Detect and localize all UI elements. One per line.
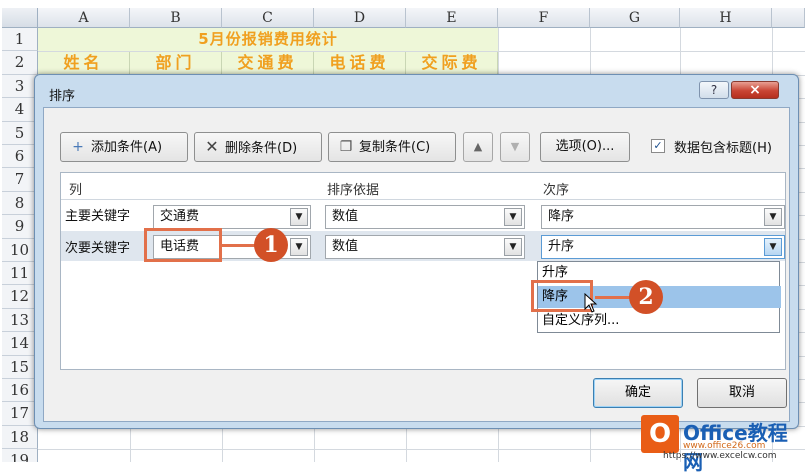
has-header-label[interactable]: 数据包含标题(H) <box>674 137 772 156</box>
mouse-pointer-icon <box>584 293 598 313</box>
column-header-d[interactable]: D <box>314 8 406 28</box>
add-icon: + <box>72 139 84 155</box>
callout-badge-2: 2 <box>629 280 663 314</box>
column-header-f[interactable]: F <box>498 8 590 28</box>
delete-icon: ✕ <box>205 137 219 156</box>
watermark-url-secondary: https://www.excelcw.com <box>663 451 777 461</box>
row-header-11[interactable]: 11 <box>2 262 38 286</box>
ok-button[interactable]: 确定 <box>593 378 683 408</box>
row-header-7[interactable]: 7 <box>2 168 38 192</box>
primary-column-value: 交通费 <box>160 209 200 224</box>
primary-sort-on-select[interactable]: 数值 ▼ <box>325 205 525 229</box>
chevron-down-icon[interactable]: ▼ <box>290 238 308 256</box>
row-header-5[interactable]: 5 <box>2 121 38 145</box>
secondary-key-label: 次要关键字 <box>65 241 131 256</box>
column-header-e[interactable]: E <box>406 8 498 28</box>
primary-column-select[interactable]: 交通费 ▼ <box>153 205 311 229</box>
highlight-box-column <box>144 228 222 262</box>
header-cell-phone[interactable]: 电话费 <box>314 51 406 75</box>
has-header-checkbox[interactable]: ✓ <box>651 139 665 153</box>
column-header-h[interactable]: H <box>680 8 772 28</box>
primary-order-select[interactable]: 降序 ▼ <box>541 205 785 229</box>
row-header-9[interactable]: 9 <box>2 215 38 239</box>
row-header-1[interactable]: 1 <box>2 28 38 52</box>
watermark-url-primary: www.office26.com <box>683 441 766 451</box>
secondary-order-select[interactable]: 升序 ▼ <box>541 235 785 259</box>
add-condition-button[interactable]: + 添加条件(A) <box>60 132 188 162</box>
primary-order-value: 降序 <box>548 209 575 224</box>
column-header-c[interactable]: C <box>222 8 314 28</box>
row-header-17[interactable]: 17 <box>2 402 38 426</box>
column-header-a[interactable]: A <box>38 8 130 28</box>
close-button[interactable]: × <box>731 81 779 99</box>
row-header-18[interactable]: 18 <box>2 425 38 450</box>
copy-condition-button[interactable]: ❐ 复制条件(C) <box>328 132 456 162</box>
row-header-4[interactable]: 4 <box>2 98 38 122</box>
sort-on-heading: 排序依据 <box>327 183 380 198</box>
column-header-i[interactable] <box>772 8 805 28</box>
row-header-13[interactable]: 13 <box>2 308 38 333</box>
sheet-title-cell[interactable]: 5月份报销费用统计 <box>38 28 498 51</box>
chevron-down-icon[interactable]: ▼ <box>764 238 782 256</box>
header-cell-transport[interactable]: 交通费 <box>222 51 314 75</box>
delete-condition-label: 删除条件(D) <box>225 141 298 156</box>
office-logo-icon: O <box>641 415 679 453</box>
order-option-custom[interactable]: 自定义序列... <box>538 310 781 332</box>
row-header-19[interactable]: 19 <box>2 449 38 462</box>
header-cell-name[interactable]: 姓名 <box>38 51 130 75</box>
row-header-14[interactable]: 14 <box>2 332 38 356</box>
chevron-down-icon[interactable]: ▼ <box>504 238 522 256</box>
callout-line-1 <box>222 244 256 247</box>
column-header-g[interactable]: G <box>590 8 680 28</box>
row-header-15[interactable]: 15 <box>2 355 38 379</box>
chevron-down-icon[interactable]: ▼ <box>504 208 522 226</box>
secondary-sort-on-value: 数值 <box>332 239 359 254</box>
callout-badge-1: 1 <box>254 228 288 262</box>
chevron-down-icon[interactable]: ▼ <box>764 208 782 226</box>
row-header-3[interactable]: 3 <box>2 74 38 99</box>
header-cell-social[interactable]: 交际费 <box>406 51 498 75</box>
help-button[interactable]: ? <box>699 81 729 99</box>
watermark: O Office教程网 www.office26.com https://www… <box>641 415 805 474</box>
delete-condition-button[interactable]: ✕ 删除条件(D) <box>194 132 322 162</box>
column-heading: 列 <box>69 183 83 198</box>
move-down-button[interactable]: ▼ <box>500 132 530 162</box>
secondary-order-value: 升序 <box>548 239 575 254</box>
callout-line-2 <box>595 296 631 299</box>
copy-condition-label: 复制条件(C) <box>359 140 431 155</box>
cancel-button[interactable]: 取消 <box>697 378 787 408</box>
select-all-corner[interactable] <box>2 8 38 28</box>
move-up-button[interactable]: ▲ <box>463 132 493 162</box>
secondary-sort-on-select[interactable]: 数值 ▼ <box>325 235 525 259</box>
dialog-title: 排序 <box>49 89 76 104</box>
copy-icon: ❐ <box>339 139 353 155</box>
add-condition-label: 添加条件(A) <box>91 140 163 155</box>
primary-key-label: 主要关键字 <box>65 209 131 224</box>
order-heading: 次序 <box>543 183 570 198</box>
options-button[interactable]: 选项(O)... <box>540 132 630 162</box>
row-header-10[interactable]: 10 <box>2 238 38 262</box>
row-header-8[interactable]: 8 <box>2 191 38 216</box>
chevron-down-icon[interactable]: ▼ <box>290 208 308 226</box>
row-header-12[interactable]: 12 <box>2 285 38 309</box>
row-header-16[interactable]: 16 <box>2 379 38 403</box>
row-header-6[interactable]: 6 <box>2 145 38 169</box>
primary-sort-on-value: 数值 <box>332 209 359 224</box>
header-cell-department[interactable]: 部门 <box>130 51 222 75</box>
row-header-2[interactable]: 2 <box>2 51 38 75</box>
column-header-b[interactable]: B <box>130 8 222 28</box>
